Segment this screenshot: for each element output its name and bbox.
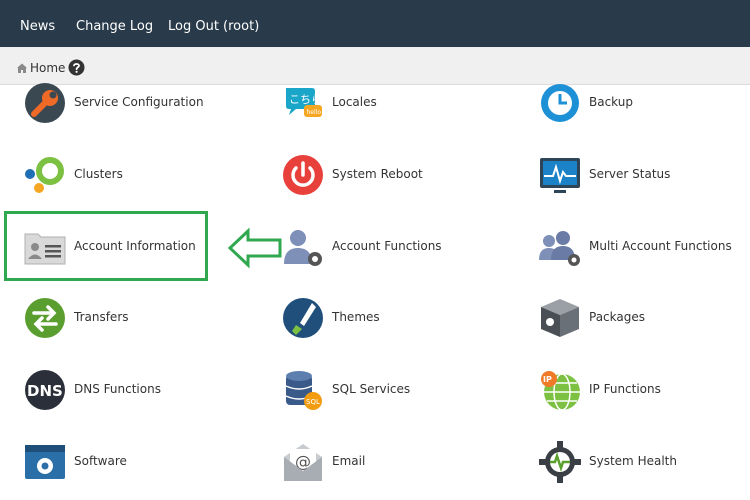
home-icon[interactable] (16, 62, 28, 74)
svg-text:DNS: DNS (27, 382, 63, 400)
dns-icon: DNS (25, 370, 65, 410)
item-label: Server Status (589, 167, 671, 181)
item-label: Account Information (74, 239, 196, 253)
id-card-icon (24, 233, 66, 265)
circles-icon (25, 157, 64, 193)
transfer-arrows-icon (25, 298, 65, 338)
paintbrush-icon (283, 298, 323, 338)
item-label: Packages (589, 310, 645, 324)
change-log-link[interactable]: Change Log (76, 0, 153, 47)
wrench-icon (25, 83, 65, 123)
ip-globe-icon: IP (541, 371, 580, 411)
database-icon: SQL (285, 371, 322, 410)
item-label: Backup (589, 95, 633, 109)
svg-text:hello: hello (307, 109, 322, 116)
item-label: Clusters (74, 167, 123, 181)
clock-icon (541, 84, 579, 122)
item-label: Multi Account Functions (589, 239, 732, 253)
envelope-icon: @ (284, 444, 322, 481)
top-navigation-bar: News Change Log Log Out (root) (0, 0, 750, 47)
user-gear-icon (284, 230, 322, 266)
item-label: Themes (332, 310, 380, 324)
speech-bubble-icon: こちら hello (286, 88, 322, 117)
help-icon[interactable] (68, 59, 85, 76)
logout-link[interactable]: Log Out (root) (168, 0, 259, 47)
svg-text:IP: IP (543, 375, 552, 384)
health-gear-icon (539, 441, 581, 483)
item-label: Locales (332, 95, 377, 109)
item-label: IP Functions (589, 382, 661, 396)
power-icon (283, 155, 323, 195)
svg-text:SQL: SQL (306, 398, 320, 406)
package-box-icon (541, 299, 579, 337)
arrow-left-icon (227, 227, 282, 269)
item-label: Service Configuration (74, 95, 204, 109)
item-label: Email (332, 454, 366, 468)
monitor-icon (540, 158, 580, 193)
item-label: Software (74, 454, 127, 468)
item-label: Account Functions (332, 239, 442, 253)
item-label: Transfers (74, 310, 129, 324)
item-label: DNS Functions (74, 382, 161, 396)
item-label: System Health (589, 454, 677, 468)
news-link[interactable]: News (20, 0, 55, 47)
software-window-icon (25, 445, 65, 479)
item-label: System Reboot (332, 167, 423, 181)
svg-text:こちら: こちら (289, 93, 322, 106)
breadcrumb (0, 47, 750, 85)
item-label: SQL Services (332, 382, 411, 396)
users-gear-icon (539, 231, 580, 266)
breadcrumb-home-link[interactable]: Home (30, 61, 65, 75)
